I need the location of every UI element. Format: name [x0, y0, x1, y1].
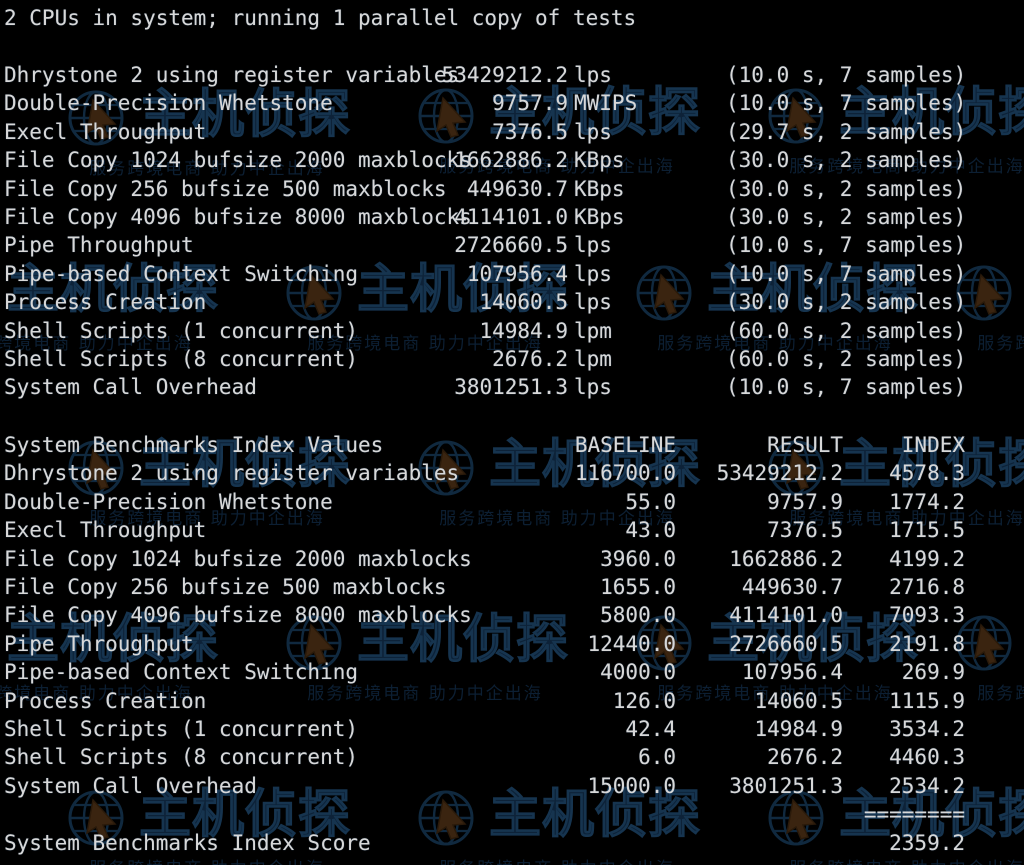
benchmark-value: 14060.5 — [479, 290, 568, 315]
benchmark-run-row: File Copy 256 bufsize 500 maxblocks 44963… — [4, 175, 1024, 203]
index-values-row: Dhrystone 2 using register variables 1167… — [4, 459, 1024, 487]
benchmark-sample-detail: (30.0 s, 2 samples) — [726, 176, 967, 201]
benchmark-sample-detail: (30.0 s, 2 samples) — [726, 205, 967, 229]
benchmark-value: 53429212.2 — [441, 63, 568, 87]
index-values-row: File Copy 4096 bufsize 8000 maxblocks 580… — [4, 601, 1024, 629]
benchmark-name: System Call Overhead — [4, 773, 257, 798]
index-value: 4199.2 — [889, 546, 965, 571]
index-values-row: Shell Scripts (8 concurrent) 6.0 2676.2 446… — [4, 743, 1024, 771]
index-values-row: Shell Scripts (1 concurrent) 42.4 14984.9 3… — [4, 715, 1024, 743]
index-separator: ======== — [863, 802, 965, 827]
index-value: 4460.3 — [889, 745, 965, 770]
benchmark-unit: lps — [574, 233, 612, 258]
index-value: 2534.2 — [889, 773, 965, 798]
index-value: 269.9 — [901, 660, 965, 685]
benchmark-name: File Copy 256 bufsize 500 maxblocks — [4, 575, 447, 599]
benchmark-sample-detail: (10.0 s, 7 samples) — [726, 261, 967, 286]
index-value: 1774.2 — [889, 489, 965, 514]
index-value: 2191.8 — [889, 631, 965, 656]
index-values-row: System Call Overhead 15000.0 3801251.3 2534… — [4, 772, 1024, 800]
benchmark-name: Process Creation — [4, 688, 207, 713]
benchmark-sample-detail: (10.0 s, 7 samples) — [726, 375, 967, 400]
benchmark-run-row: File Copy 4096 bufsize 8000 maxblocks 411… — [4, 203, 1024, 231]
index-values-row: File Copy 1024 bufsize 2000 maxblocks 396… — [4, 545, 1024, 573]
benchmark-name: Pipe Throughput — [4, 233, 194, 258]
benchmark-run-row: Dhrystone 2 using register variables 5342… — [4, 61, 1024, 89]
benchmark-sample-detail: (30.0 s, 2 samples) — [726, 148, 967, 173]
benchmark-sample-detail: (10.0 s, 7 samples) — [726, 91, 967, 116]
index-score-label: System Benchmarks Index Score — [4, 830, 371, 855]
benchmark-unit: KBps — [574, 148, 625, 173]
benchmark-unit: lpm — [574, 318, 612, 343]
benchmark-sample-detail: (30.0 s, 2 samples) — [726, 290, 967, 315]
benchmark-value: 2676.2 — [492, 347, 568, 371]
benchmark-value: 9757.9 — [492, 91, 568, 116]
terminal-window: 主机侦探服务跨境电商 助力中企出海主机侦探服务跨境电商 助力中企出海主机侦探服务… — [0, 0, 1024, 865]
index-values-row: Process Creation 126.0 14060.5 1115.9 — [4, 687, 1024, 715]
benchmark-value: 3801251.3 — [454, 375, 568, 400]
index-value: 1115.9 — [889, 688, 965, 713]
benchmark-unit: lps — [574, 63, 612, 87]
benchmark-name: Shell Scripts (1 concurrent) — [4, 717, 359, 741]
benchmark-unit: lps — [574, 375, 612, 400]
benchmark-name: Execl Throughput — [4, 518, 207, 543]
column-header-index: INDEX — [901, 433, 965, 457]
benchmark-name: Pipe-based Context Switching — [4, 660, 359, 685]
benchmark-run-row: Pipe Throughput 2726660.5 lps (10.0 s, 7 sa… — [4, 231, 1024, 259]
benchmark-name: Pipe Throughput — [4, 631, 194, 656]
cpu-header-line: 2 CPUs in system; running 1 parallel cop… — [4, 4, 1024, 32]
benchmark-sample-detail: (10.0 s, 7 samples) — [726, 63, 967, 87]
benchmark-name: Dhrystone 2 using register variables — [4, 461, 460, 486]
benchmark-run-row: Shell Scripts (8 concurrent) 2676.2 lpm (60… — [4, 345, 1024, 373]
terminal-text-layer: 2 CPUs in system; running 1 parallel cop… — [0, 0, 1024, 865]
benchmark-run-row: Pipe-based Context Switching 107956.4 lps(… — [4, 260, 1024, 288]
benchmark-run-row: Double-Precision Whetstone 9757.9 MWIPS (10… — [4, 89, 1024, 117]
benchmark-sample-detail: (60.0 s, 2 samples) — [726, 347, 967, 371]
benchmark-run-row: Process Creation 14060.5 lps (30.0 s, 2 sam… — [4, 288, 1024, 316]
benchmark-unit: lps — [574, 261, 612, 286]
index-values-row: Pipe Throughput 12440.0 2726660.5 2191.8 — [4, 630, 1024, 658]
benchmark-unit: lps — [574, 119, 612, 144]
benchmark-run-row: Shell Scripts (1 concurrent) 14984.9 lpm (6… — [4, 317, 1024, 345]
benchmark-name: Shell Scripts (8 concurrent) — [4, 745, 359, 770]
benchmark-unit: lps — [574, 290, 612, 315]
benchmark-unit: lpm — [574, 347, 612, 371]
index-values-row: Execl Throughput 43.0 7376.5 1715.5 — [4, 516, 1024, 544]
benchmark-value: 449630.7 — [466, 176, 568, 201]
index-values-title: System Benchmarks Index Values — [4, 433, 384, 457]
benchmark-name: File Copy 4096 bufsize 8000 maxblocks — [4, 603, 472, 628]
index-score-row: System Benchmarks Index Score 2359.2 — [4, 829, 1024, 857]
index-value: 4578.3 — [889, 461, 965, 486]
index-separator-row: ======== — [4, 800, 1024, 828]
benchmark-sample-detail: (10.0 s, 7 samples) — [726, 233, 967, 258]
benchmark-value: 4114101.0 — [454, 205, 568, 229]
index-values-row: Double-Precision Whetstone 55.0 9757.9 1774… — [4, 488, 1024, 516]
benchmark-unit: MWIPS — [574, 91, 638, 116]
index-values-header-row: System Benchmarks Index Values BASELINE RE… — [4, 431, 1024, 459]
benchmark-name: Double-Precision Whetstone — [4, 489, 333, 514]
benchmark-sample-detail: (29.7 s, 2 samples) — [726, 119, 967, 144]
benchmark-run-row: File Copy 1024 bufsize 2000 maxblocks 166… — [4, 146, 1024, 174]
benchmark-run-row: Execl Throughput 7376.5 lps (29.7 s, 2 samp… — [4, 118, 1024, 146]
benchmark-value: 2726660.5 — [454, 233, 568, 258]
benchmark-sample-detail: (60.0 s, 2 samples) — [726, 318, 967, 343]
benchmark-value: 1662886.2 — [454, 148, 568, 173]
benchmark-unit: KBps — [574, 176, 625, 201]
benchmark-unit: KBps — [574, 205, 625, 229]
benchmark-value: 14984.9 — [479, 318, 568, 343]
benchmark-value: 7376.5 — [492, 119, 568, 144]
index-score-value: 2359.2 — [889, 830, 965, 855]
index-values-row: File Copy 256 bufsize 500 maxblocks 1655.… — [4, 573, 1024, 601]
index-values-row: Pipe-based Context Switching 4000.0 107956… — [4, 658, 1024, 686]
benchmark-name: File Copy 1024 bufsize 2000 maxblocks — [4, 546, 472, 571]
benchmark-value: 107956.4 — [466, 261, 568, 286]
index-value: 3534.2 — [889, 717, 965, 741]
index-value: 2716.8 — [889, 575, 965, 599]
index-value: 7093.3 — [889, 603, 965, 628]
cpu-header-text: 2 CPUs in system; running 1 parallel cop… — [4, 6, 637, 30]
benchmark-run-row: System Call Overhead 3801251.3 lps (10.0 s,… — [4, 373, 1024, 401]
index-value: 1715.5 — [889, 518, 965, 543]
